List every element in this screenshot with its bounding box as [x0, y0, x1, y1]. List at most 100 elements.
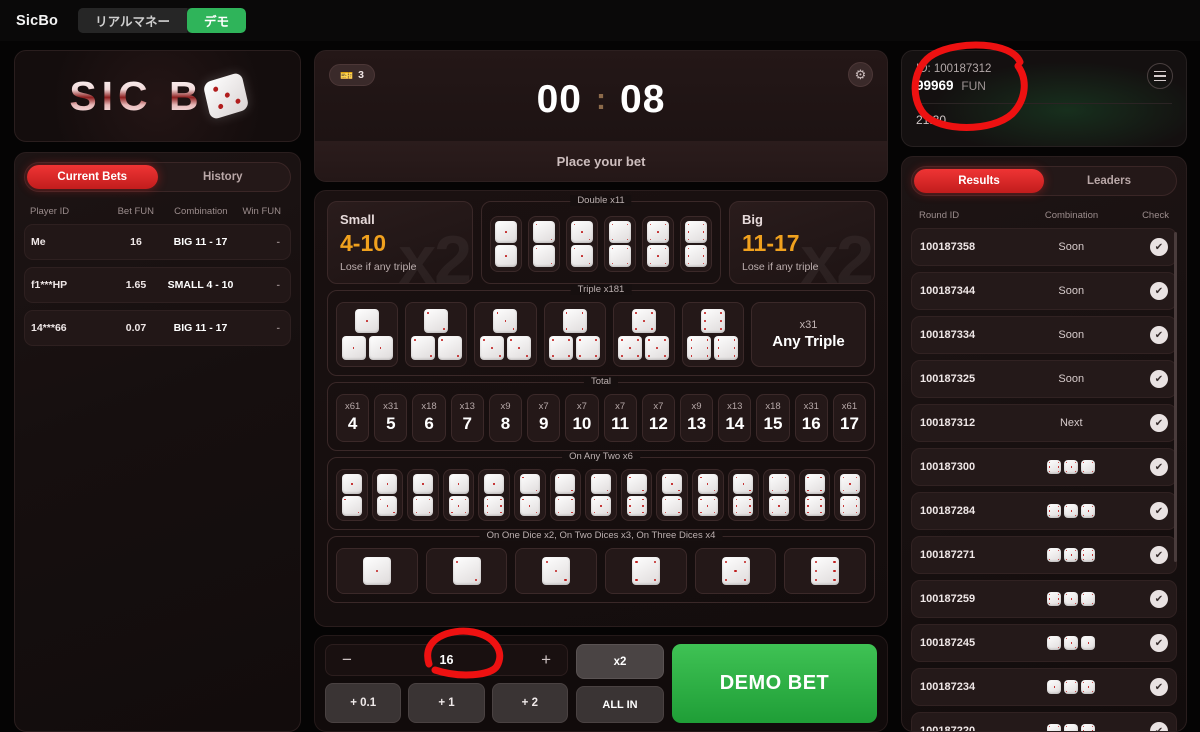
bet-any-two-1-3[interactable]: [371, 469, 404, 521]
decrement-button[interactable]: −: [342, 650, 352, 670]
demo-bet-button[interactable]: DEMO BET: [672, 644, 877, 723]
bet-total-11[interactable]: x7 11: [603, 394, 637, 442]
check-shield-icon[interactable]: ✔: [1150, 326, 1168, 344]
check-shield-icon[interactable]: ✔: [1150, 722, 1168, 731]
bet-triple-1[interactable]: [336, 302, 399, 367]
bet-any-two-4-6[interactable]: [798, 469, 831, 521]
bet-total-5[interactable]: x31 5: [374, 394, 408, 442]
tab-results[interactable]: Results: [914, 169, 1044, 193]
bet-total-4[interactable]: x61 4: [336, 394, 370, 442]
bet-total-8[interactable]: x9 8: [488, 394, 523, 442]
bet-any-two-4-5[interactable]: [763, 469, 795, 521]
check-shield-icon[interactable]: ✔: [1150, 678, 1168, 696]
results-scrollbar[interactable]: [1174, 232, 1177, 562]
bet-big[interactable]: Big 11-17 Lose if any triple x2: [729, 201, 875, 284]
tab-current-bets[interactable]: Current Bets: [27, 165, 158, 189]
bet-total-10[interactable]: x7 10: [565, 394, 599, 442]
check-shield-icon[interactable]: ✔: [1150, 502, 1168, 520]
bet-triple-6[interactable]: [681, 302, 745, 367]
increment-button[interactable]: +: [541, 650, 551, 670]
balance-currency: FUN: [961, 79, 986, 93]
bet-total-9[interactable]: x7 9: [527, 394, 561, 442]
bet-any-two-2-6[interactable]: [620, 469, 653, 521]
bet-any-two-1-6[interactable]: [478, 469, 510, 521]
bet-any-two-2-4[interactable]: [549, 469, 582, 521]
ticket-count-chip[interactable]: 🎫 3: [329, 64, 375, 86]
result-row: 100187358 Soon ✔: [911, 228, 1177, 266]
bet-total-7[interactable]: x13 7: [450, 394, 484, 442]
quick-add-button[interactable]: + 2: [491, 683, 568, 723]
bet-any-two-3-4[interactable]: [656, 469, 688, 521]
bet-single-1[interactable]: [336, 548, 418, 594]
bet-double-1[interactable]: [490, 216, 522, 272]
check-shield-icon[interactable]: ✔: [1150, 282, 1168, 300]
quick-add-button[interactable]: + 1: [408, 683, 485, 723]
bet-double-2[interactable]: [528, 216, 560, 272]
bet-row: 14***66 0.07 BIG 11 - 17 -: [24, 310, 291, 346]
check-shield-icon[interactable]: ✔: [1150, 238, 1168, 256]
bet-any-two-1-4[interactable]: [407, 469, 439, 521]
bet-triple-3[interactable]: [474, 302, 537, 367]
bet-double-4[interactable]: [604, 216, 636, 272]
result-round-id: 100187259: [920, 593, 976, 605]
die-face-4: [1064, 680, 1079, 694]
bet-any-two-3-6[interactable]: [727, 469, 760, 521]
bet-total-13[interactable]: x9 13: [679, 394, 714, 442]
tab-leaders[interactable]: Leaders: [1044, 169, 1174, 193]
bet-double-3[interactable]: [566, 216, 598, 272]
check-shield-icon[interactable]: ✔: [1150, 634, 1168, 652]
die-face-2: [519, 474, 540, 494]
die-face-6: [1047, 592, 1062, 606]
bet-total-16[interactable]: x31 16: [794, 394, 828, 442]
die-face-6: [804, 496, 825, 516]
results-list[interactable]: 100187358 Soon ✔ 100187344 Soon ✔ 100187334 Soo…: [911, 228, 1177, 731]
demo-mode-button[interactable]: デモ: [186, 8, 246, 33]
bet-total-17[interactable]: x61 17: [832, 394, 867, 442]
bet-amount-value[interactable]: 16: [440, 653, 454, 667]
bet-small[interactable]: Small 4-10 Lose if any triple x2: [327, 201, 473, 284]
bet-single-4[interactable]: [605, 548, 687, 594]
check-shield-icon[interactable]: ✔: [1150, 546, 1168, 564]
bet-any-two-3-5[interactable]: [691, 469, 724, 521]
any-two-section-label: On Any Two x6: [562, 451, 640, 462]
bet-any-two-2-5[interactable]: [585, 469, 617, 521]
check-shield-icon[interactable]: ✔: [1150, 414, 1168, 432]
bet-total-15[interactable]: x18 15: [756, 394, 790, 442]
bet-single-5[interactable]: [694, 548, 777, 594]
any-two-cells: [336, 469, 866, 521]
check-shield-icon[interactable]: ✔: [1150, 590, 1168, 608]
bet-any-two-1-5[interactable]: [442, 469, 475, 521]
bet-amount-stepper[interactable]: − 16 +: [325, 644, 568, 676]
die-face-5: [840, 474, 861, 494]
check-shield-icon[interactable]: ✔: [1150, 458, 1168, 476]
check-shield-icon[interactable]: ✔: [1150, 370, 1168, 388]
bet-row: Me 16 BIG 11 - 17 -: [24, 224, 291, 260]
bet-total-6[interactable]: x18 6: [412, 394, 446, 442]
result-row: 100187234 ✔: [911, 668, 1177, 706]
all-in-button[interactable]: ALL IN: [576, 686, 664, 723]
bet-single-3[interactable]: [515, 548, 598, 594]
bet-double-6[interactable]: [680, 216, 712, 272]
hamburger-menu-icon[interactable]: [1147, 63, 1173, 89]
account-balance: 99969 FUN: [916, 78, 1172, 93]
bet-any-triple[interactable]: x31 Any Triple: [751, 302, 866, 367]
bet-triple-5[interactable]: [612, 302, 675, 367]
bet-any-two-1-2[interactable]: [336, 469, 368, 521]
bet-double-5[interactable]: [642, 216, 674, 272]
triple-bottom-pair: [410, 336, 462, 360]
bet-single-2[interactable]: [425, 548, 508, 594]
bet-total-12[interactable]: x7 12: [641, 394, 675, 442]
result-round-id: 100187344: [920, 285, 976, 297]
real-money-button[interactable]: リアルマネー: [78, 8, 187, 33]
tab-history[interactable]: History: [158, 165, 289, 189]
bet-any-two-2-3[interactable]: [513, 469, 546, 521]
bet-single-6[interactable]: [784, 548, 867, 594]
die-face-4: [768, 474, 789, 494]
bet-any-two-5-6[interactable]: [834, 469, 866, 521]
bet-triple-4[interactable]: [543, 302, 606, 367]
settings-gear-icon[interactable]: ⚙: [848, 62, 873, 87]
quick-add-button[interactable]: + 0.1: [325, 683, 402, 723]
bet-total-14[interactable]: x13 14: [718, 394, 752, 442]
bet-triple-2[interactable]: [405, 302, 468, 367]
double-bet-button[interactable]: x2: [576, 644, 664, 680]
